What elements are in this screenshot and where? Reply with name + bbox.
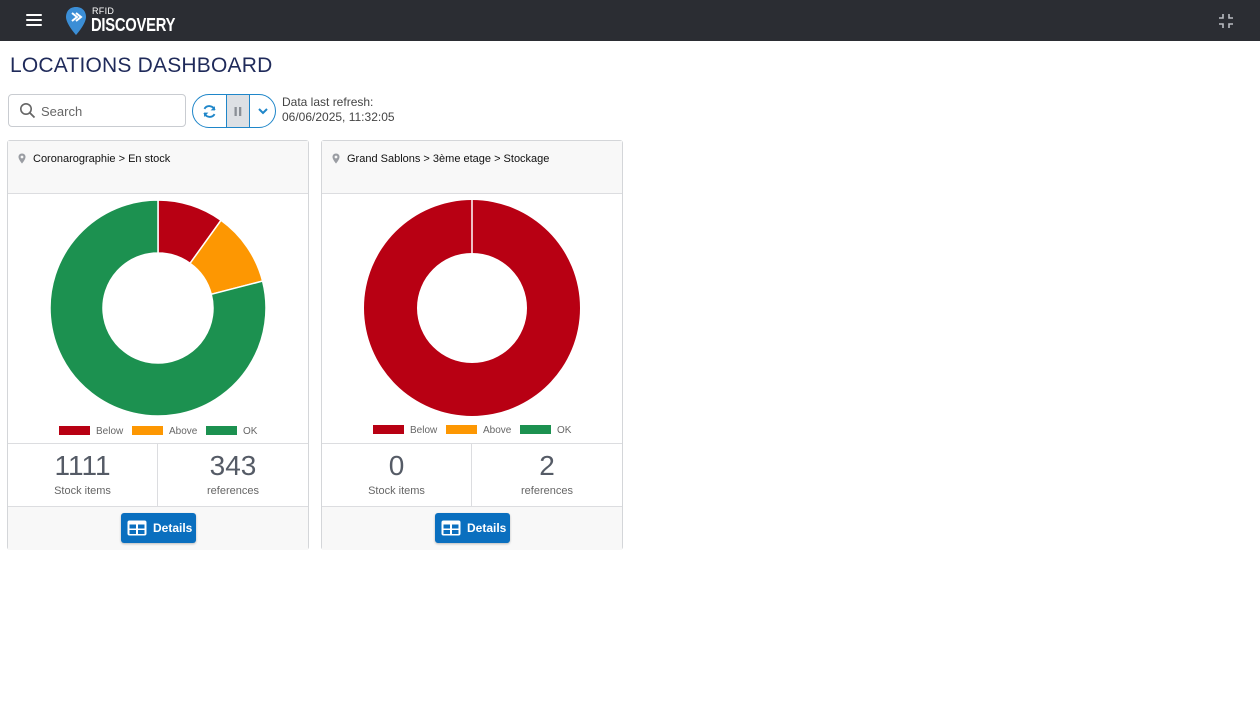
chart-legend: Below Above OK: [59, 426, 258, 437]
legend-label-below: Below: [96, 426, 124, 437]
legend-swatch-ok: [206, 426, 237, 435]
stock-items-stat: 0 Stock items: [322, 444, 472, 506]
refresh-info: Data last refresh: 06/06/2025, 11:32:05: [282, 95, 395, 125]
location-pin-icon: [18, 153, 26, 164]
legend-swatch-below: [59, 426, 90, 435]
refresh-icon: [203, 104, 216, 118]
references-stat: 343 references: [158, 444, 308, 506]
stock-items-count: 0: [388, 450, 405, 481]
references-label: references: [207, 485, 259, 497]
stock-items-label: Stock items: [368, 485, 425, 497]
refresh-label: Data last refresh:: [282, 95, 374, 109]
legend-swatch-above: [132, 426, 163, 435]
collapse-icon[interactable]: [1218, 13, 1234, 29]
legend-label-ok: OK: [243, 426, 258, 437]
pause-button[interactable]: [226, 95, 250, 127]
donut-slices: [49, 199, 267, 417]
legend-label-above: Above: [169, 426, 198, 437]
card-stats: 0 Stock items 2 references: [322, 443, 622, 507]
legend-label-below: Below: [410, 425, 438, 436]
stock-donut-chart: Below Above OK: [322, 195, 622, 443]
legend-label-above: Above: [483, 425, 512, 436]
table-icon: [441, 520, 461, 536]
card-header: Coronarographie > En stock: [8, 141, 308, 194]
pause-icon: [234, 106, 242, 116]
stock-items-count: 1111: [54, 450, 111, 481]
search-input[interactable]: [41, 102, 181, 120]
legend-label-ok: OK: [557, 425, 572, 436]
app-logo: RFID DISCOVERY: [65, 5, 175, 37]
legend-swatch-ok: [520, 425, 551, 434]
references-count: 343: [209, 450, 257, 481]
donut-slices: [364, 200, 580, 416]
card-stats: 1111 Stock items 343 references: [8, 443, 308, 507]
location-card: Coronarographie > En stock Below Above O…: [7, 140, 309, 550]
details-button[interactable]: Details: [435, 513, 510, 543]
references-count: 2: [539, 450, 555, 481]
details-label: Details: [467, 521, 507, 535]
hamburger-menu-icon[interactable]: [24, 11, 44, 29]
top-bar: RFID DISCOVERY: [0, 0, 1260, 41]
search-box[interactable]: [8, 94, 186, 127]
location-path: Coronarographie > En stock: [33, 153, 171, 165]
location-card: Grand Sablons > 3ème etage > Stockage Be…: [321, 140, 623, 550]
search-icon: [20, 103, 36, 119]
refresh-controls: [192, 94, 276, 128]
references-label: references: [521, 485, 573, 497]
chevron-down-icon: [258, 108, 268, 115]
page-title: LOCATIONS DASHBOARD: [10, 54, 273, 77]
chart-legend: Below Above OK: [373, 425, 572, 436]
table-icon: [127, 520, 147, 536]
legend-swatch-below: [373, 425, 404, 434]
location-pin-icon: [332, 153, 340, 164]
refresh-options-button[interactable]: [250, 95, 275, 127]
card-footer: Details: [322, 507, 622, 550]
refresh-time: 06/06/2025, 11:32:05: [282, 110, 395, 124]
card-footer: Details: [8, 507, 308, 550]
details-label: Details: [153, 521, 193, 535]
card-header: Grand Sablons > 3ème etage > Stockage: [322, 141, 622, 194]
legend-swatch-above: [446, 425, 477, 434]
stock-items-stat: 1111 Stock items: [8, 444, 158, 506]
location-path: Grand Sablons > 3ème etage > Stockage: [347, 153, 550, 165]
stock-items-label: Stock items: [54, 485, 111, 497]
stock-donut-chart: Below Above OK: [8, 195, 308, 443]
details-button[interactable]: Details: [121, 513, 196, 543]
refresh-button[interactable]: [193, 95, 226, 127]
references-stat: 2 references: [472, 444, 622, 506]
logo-large-text: DISCOVERY: [91, 15, 176, 35]
